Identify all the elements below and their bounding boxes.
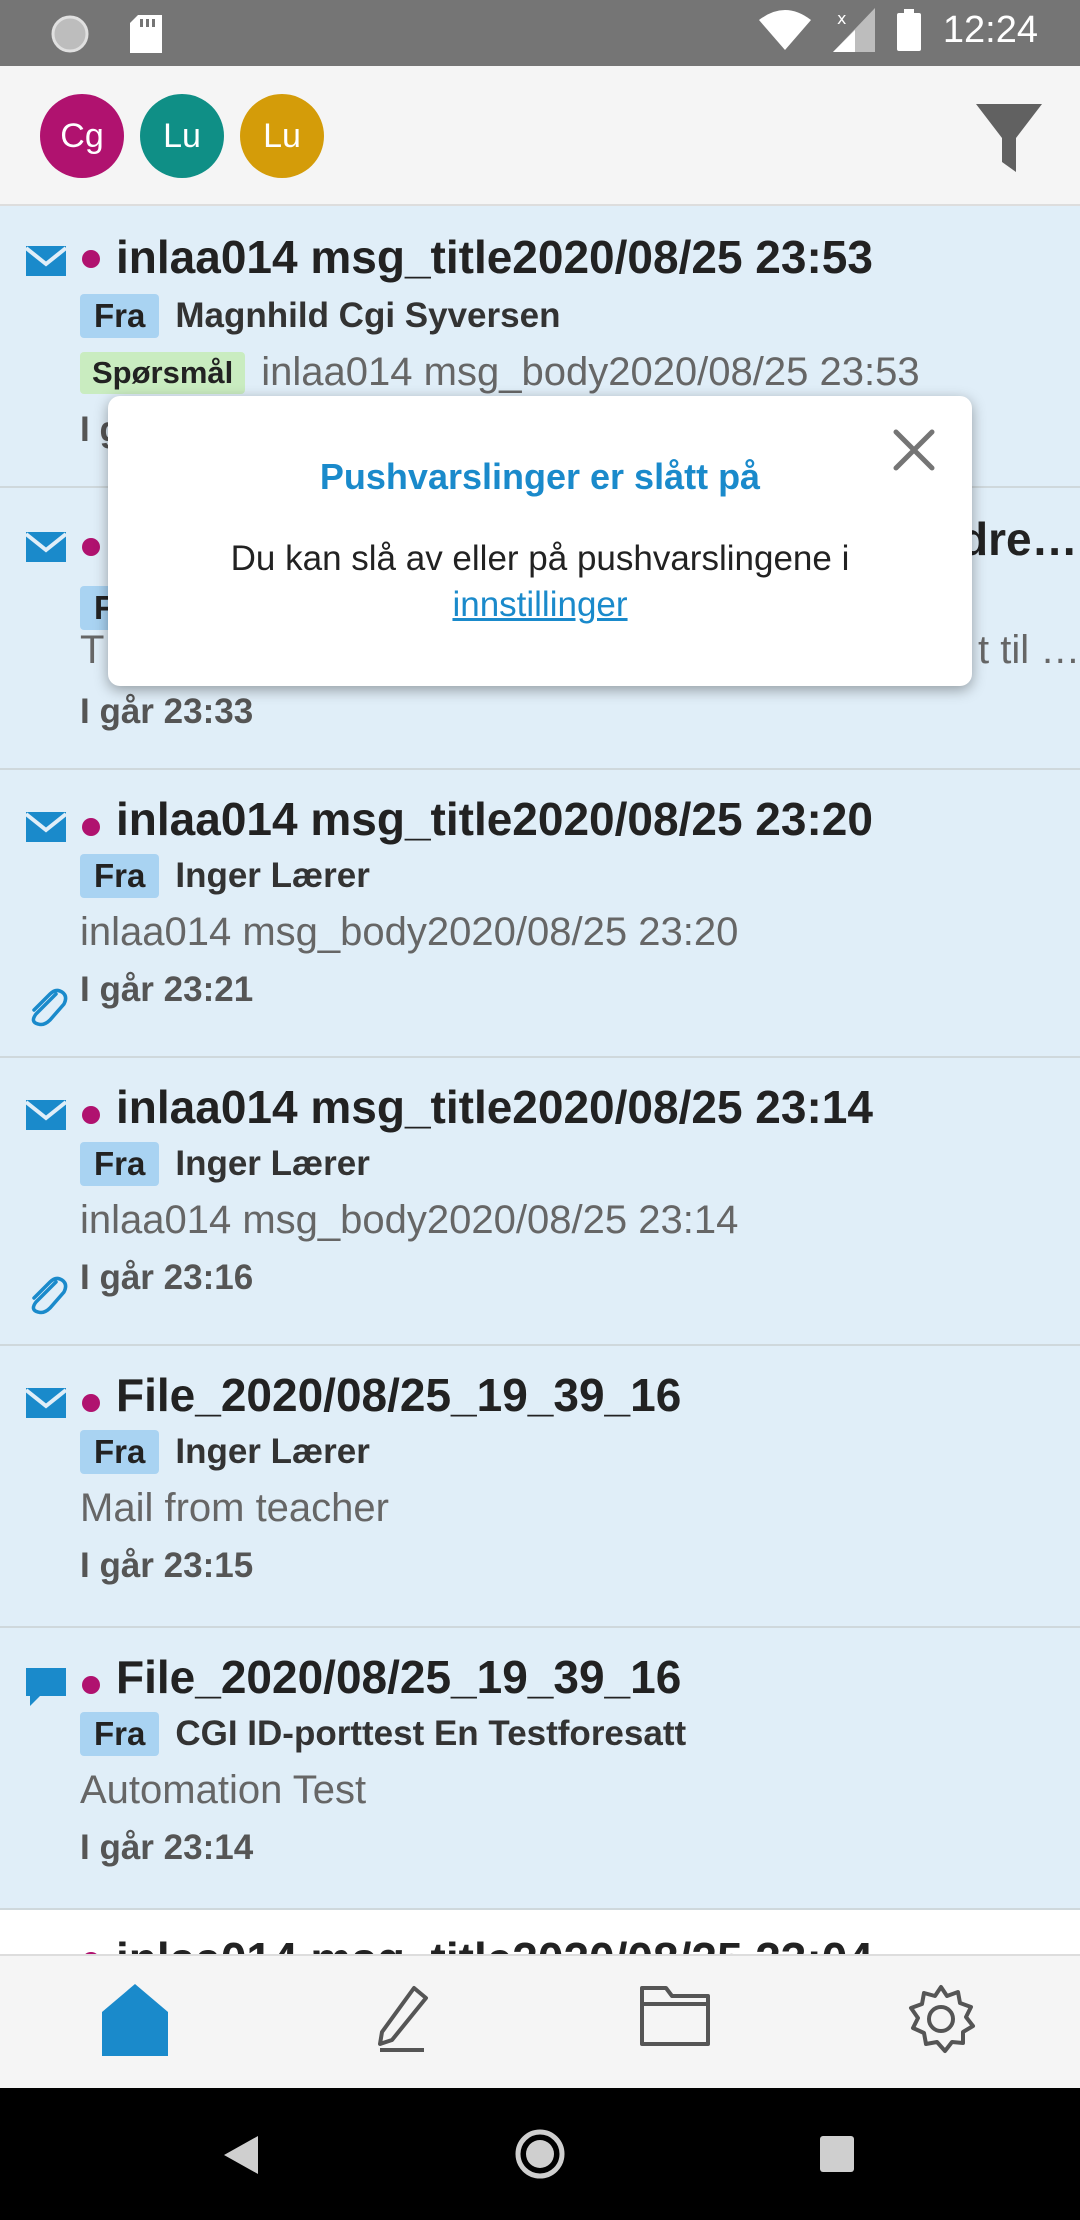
status-bar: x 12:24 [0,0,1080,66]
message-title: File_2020/08/25_19_39_16 [116,1369,682,1421]
battery-icon [896,9,921,51]
message-preview: inlaa014 msg_body2020/08/25 23:14 [80,1198,739,1242]
message-date: I går 23:15 [80,1546,254,1585]
message-row[interactable]: File_2020/08/25_19_39_16 Fra CGI ID-port… [0,1628,1080,1910]
from-tag: Fra [80,1142,160,1186]
home-icon[interactable] [102,1984,168,2056]
settings-icon[interactable] [906,1984,976,2054]
unread-dot [82,250,100,268]
message-preview: Mail from teacher [80,1486,389,1530]
recents-icon[interactable] [820,2136,854,2172]
back-icon[interactable] [224,2136,258,2174]
app-header: Cg Lu Lu [0,66,1080,206]
home-system-icon[interactable] [514,2128,566,2180]
popup-text: Du kan slå av eller på pushvarslingene i [230,539,850,578]
sender-name: CGI ID-porttest En Testforesatt [175,1714,687,1753]
message-date: I går 23:21 [80,970,254,1009]
message-preview: T [80,628,105,672]
unread-dot [82,1676,100,1694]
cell-signal-icon: x [832,8,875,52]
from-tag: Fra [80,294,160,338]
message-date: I går 23:14 [80,1828,254,1867]
sender-name: Magnhild Cgi Syversen [175,296,561,335]
message-date: I går 23:33 [80,692,254,731]
sender-line: Fra Inger Lærer [80,1430,370,1474]
sender-name: Inger Lærer [175,1432,370,1471]
message-title: dre… [960,513,1078,565]
envelope-icon [26,246,66,276]
attachment-icon [31,988,68,1027]
unread-dot [82,1394,100,1412]
svg-text:x: x [837,9,846,28]
envelope-icon [26,1388,66,1418]
push-notification-popup: Pushvarslinger er slått på Du kan slå av… [108,396,972,686]
category-tag: Spørsmål [80,351,246,394]
message-preview: Automation Test [80,1768,367,1812]
sender-line: Fra Inger Lærer [80,1142,370,1186]
category-line: Spørsmål inlaa014 msg_body2020/08/25 23:… [80,350,920,395]
avatar-cg[interactable]: Cg [40,94,124,178]
message-date: I går 23:16 [80,1258,254,1297]
settings-link[interactable]: innstillinger [452,585,627,624]
message-row[interactable]: File_2020/08/25_19_39_16 Fra Inger Lærer… [0,1346,1080,1628]
clock: 12:24 [942,8,1038,51]
system-navigation-bar [0,2088,1080,2220]
message-preview: inlaa014 msg_body2020/08/25 23:53 [261,350,920,394]
unread-dot [82,1106,100,1124]
envelope-icon [26,532,66,562]
sender-name: Inger Lærer [175,1144,370,1183]
sender-name: Inger Lærer [175,856,370,895]
message-preview: inlaa014 msg_body2020/08/25 23:20 [80,910,739,954]
folder-icon[interactable] [640,1984,710,2046]
message-title: inlaa014 msg_title2020/08/25 23:14 [116,1081,873,1133]
chat-bubble-icon [26,1668,66,1706]
message-preview-tail: t til … [978,628,1080,672]
message-title: inlaa014 msg_title2020/08/25 23:04 [116,1932,873,1954]
popup-title: Pushvarslinger er slått på [319,456,761,497]
popup-body: Du kan slå av eller på pushvarslingene i… [148,536,932,628]
sd-card-icon [130,15,162,53]
envelope-icon [26,1100,66,1130]
message-row[interactable]: inlaa014 msg_title2020/08/25 23:20 Fra I… [0,770,1080,1058]
filter-icon[interactable] [976,104,1042,172]
from-tag: Fra [80,1430,160,1474]
message-row[interactable]: inlaa014 msg_title2020/08/25 23:14 Fra I… [0,1058,1080,1346]
wifi-icon [758,10,811,50]
avatar-lu-1[interactable]: Lu [140,94,224,178]
sync-icon [51,15,89,53]
attachment-icon [31,1276,68,1315]
from-tag: Fra [80,1712,160,1756]
sender-line: Fra CGI ID-porttest En Testforesatt [80,1712,686,1756]
from-tag: Fra [80,854,160,898]
avatar-lu-2[interactable]: Lu [240,94,324,178]
envelope-icon [26,812,66,842]
message-title: File_2020/08/25_19_39_16 [116,1651,682,1703]
message-title: inlaa014 msg_title2020/08/25 23:20 [116,793,873,845]
compose-icon[interactable] [374,1984,430,2056]
sender-line: Fra Magnhild Cgi Syversen [80,294,560,338]
unread-dot [82,818,100,836]
message-title: inlaa014 msg_title2020/08/25 23:53 [116,231,873,283]
sender-line: Fra Inger Lærer [80,854,370,898]
bottom-navigation [0,1954,1080,2088]
message-row[interactable]: inlaa014 msg_title2020/08/25 23:04 [0,1910,1080,1954]
unread-dot [82,538,100,556]
